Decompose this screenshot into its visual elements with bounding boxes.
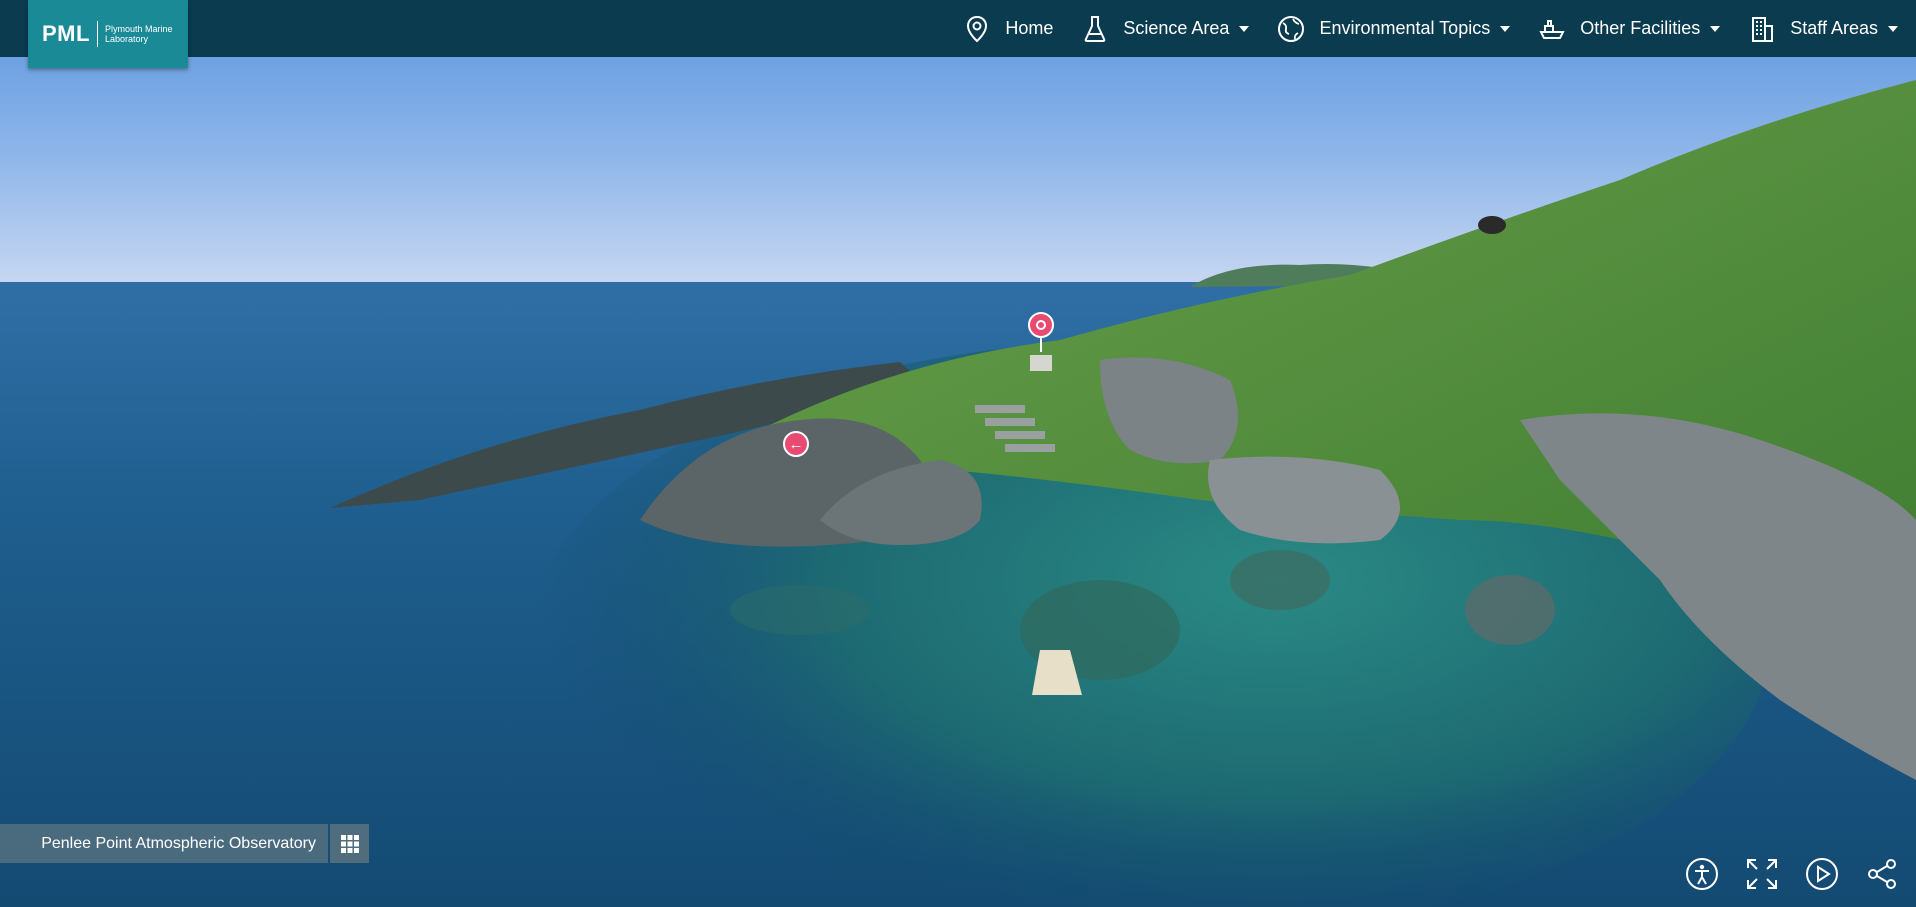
back-arrow-icon[interactable]: ← (783, 431, 809, 457)
accessibility-icon[interactable] (1684, 856, 1720, 892)
top-navigation: Home Science Area Environmental Topics O… (0, 0, 1916, 57)
location-title: Penlee Point Atmospheric Observatory (0, 824, 328, 863)
panorama-image (0, 0, 1916, 907)
logo-name: Plymouth Marine Laboratory (104, 24, 173, 44)
grid-icon[interactable] (330, 824, 369, 863)
map-pin-icon (963, 15, 991, 43)
ship-icon (1538, 15, 1566, 43)
nav-staff-areas[interactable]: Staff Areas (1734, 0, 1912, 57)
nav-other-facilities-label: Other Facilities (1580, 18, 1701, 38)
nav-science-area[interactable]: Science Area (1067, 0, 1263, 57)
logo-divider (96, 21, 98, 47)
chevron-down-icon (1500, 25, 1511, 32)
nav-staff-areas-label: Staff Areas (1790, 18, 1878, 38)
location-bar: Penlee Point Atmospheric Observatory (0, 824, 369, 863)
nav-environmental-topics-label: Environmental Topics (1319, 18, 1491, 38)
nav-home[interactable]: Home (949, 0, 1067, 57)
building-icon (1748, 15, 1776, 43)
flask-icon (1081, 15, 1109, 43)
chevron-down-icon (1888, 25, 1898, 32)
chevron-down-icon (1710, 25, 1721, 32)
fullscreen-icon[interactable] (1744, 856, 1780, 892)
nav-home-label: Home (1005, 18, 1054, 38)
nav-environmental-topics[interactable]: Environmental Topics (1263, 0, 1524, 57)
info-pin-icon[interactable] (1028, 312, 1054, 338)
logo-mark: PML (42, 21, 90, 46)
globe-icon (1277, 15, 1305, 43)
pml-logo[interactable]: PML Plymouth Marine Laboratory (28, 0, 188, 68)
nav-science-area-label: Science Area (1123, 18, 1230, 38)
share-icon[interactable] (1864, 856, 1900, 892)
nav-other-facilities[interactable]: Other Facilities (1524, 0, 1734, 57)
panorama-view[interactable] (0, 0, 1916, 907)
viewer-controls (1684, 856, 1900, 892)
pin-stem (1040, 338, 1042, 352)
chevron-down-icon (1239, 25, 1250, 32)
play-icon[interactable] (1804, 856, 1840, 892)
pin-dot (1036, 320, 1046, 330)
